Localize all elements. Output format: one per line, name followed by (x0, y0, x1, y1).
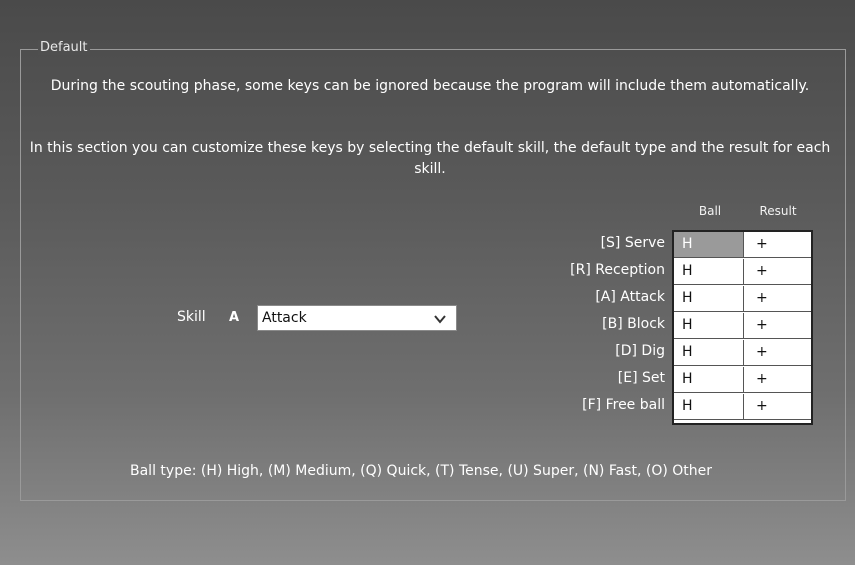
column-header-result: Result (759, 204, 797, 218)
result-cell[interactable]: + (744, 340, 811, 366)
row-label: [E] Set (617, 370, 665, 386)
skill-dropdown[interactable]: Attack (257, 305, 457, 331)
ball-cell[interactable]: H (674, 340, 744, 366)
ball-cell[interactable]: H (674, 367, 744, 393)
result-cell[interactable]: + (744, 394, 811, 420)
info-paragraph-1: During the scouting phase, some keys can… (50, 78, 810, 94)
groupbox-title: Default (38, 40, 90, 55)
result-cell[interactable]: + (744, 286, 811, 312)
row-label: [F] Free ball (582, 397, 665, 413)
ball-cell[interactable]: H (674, 286, 744, 312)
chevron-down-icon (434, 315, 446, 324)
skill-key: A (229, 310, 240, 325)
row-label: [D] Dig (615, 343, 665, 359)
defaults-table: H + H + H + H + H + H + H + (672, 230, 813, 425)
info-paragraph-2: In this section you can customize these … (29, 140, 831, 177)
row-label: [R] Reception (570, 262, 665, 278)
result-cell[interactable]: + (744, 259, 811, 285)
row-label: [S] Serve (600, 235, 665, 251)
row-label: [A] Attack (595, 289, 665, 305)
ball-cell[interactable]: H (674, 259, 744, 285)
result-cell[interactable]: + (744, 232, 811, 258)
ball-cell[interactable]: H (674, 394, 744, 420)
result-cell[interactable]: + (744, 367, 811, 393)
ball-type-legend: Ball type: (H) High, (M) Medium, (Q) Qui… (130, 463, 712, 479)
ball-cell[interactable]: H (674, 232, 744, 258)
ball-cell[interactable]: H (674, 313, 744, 339)
column-header-ball: Ball (698, 204, 722, 218)
result-cell[interactable]: + (744, 313, 811, 339)
skill-dropdown-value: Attack (262, 310, 307, 326)
skill-label: Skill (177, 309, 206, 325)
row-label: [B] Block (602, 316, 665, 332)
